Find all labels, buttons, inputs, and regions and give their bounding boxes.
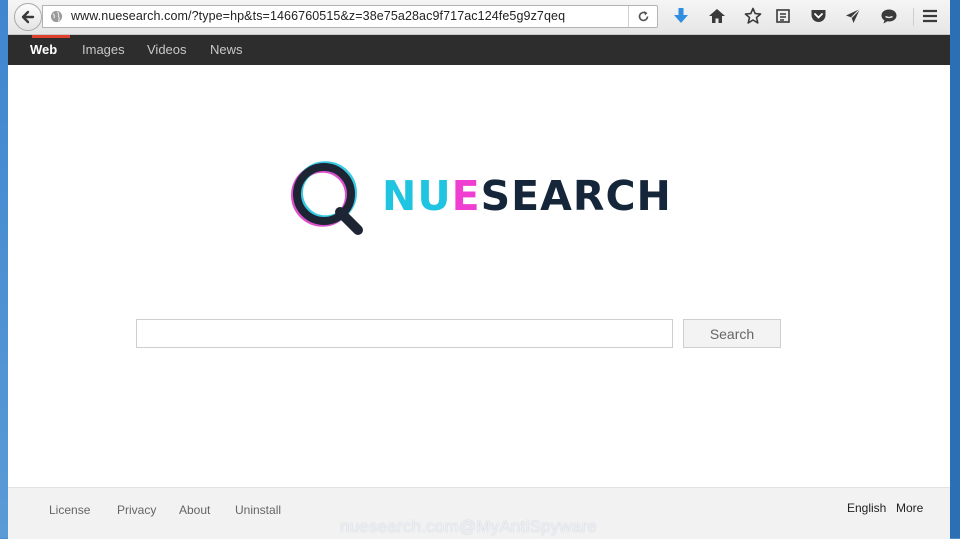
bookmark-button[interactable]: [743, 6, 763, 26]
magnifier-q-icon: [291, 161, 363, 235]
download-icon: [674, 8, 688, 23]
nav-web[interactable]: Web: [30, 35, 57, 65]
footer-license-link[interactable]: License: [49, 503, 90, 517]
logo-text-e: E: [451, 172, 481, 220]
footer-about-link[interactable]: About: [179, 503, 210, 517]
footer-more-link[interactable]: More: [896, 501, 923, 515]
back-arrow-icon: [21, 10, 35, 24]
footer-language-link[interactable]: English: [847, 501, 886, 515]
reading-list-icon: [776, 9, 790, 23]
nav-images[interactable]: Images: [82, 35, 125, 65]
chat-icon: [881, 9, 897, 23]
browser-window: www.nuesearch.com/?type=hp&ts=1466760515…: [8, 0, 950, 539]
url-bar[interactable]: www.nuesearch.com/?type=hp&ts=1466760515…: [42, 5, 658, 28]
footer-uninstall-link[interactable]: Uninstall: [235, 503, 281, 517]
globe-icon: [50, 10, 63, 23]
logo-text-search: SEARCH: [480, 172, 672, 220]
logo-text: NUESEARCH: [382, 172, 672, 220]
reading-list-button[interactable]: [773, 6, 793, 26]
nav-active-indicator: [32, 35, 70, 38]
send-icon: [846, 8, 861, 23]
nuesearch-logo: NUESEARCH: [288, 160, 688, 235]
desktop-edge: [950, 0, 960, 538]
pocket-icon: [811, 10, 825, 22]
search-nav-bar: Web Images Videos News: [8, 35, 950, 65]
chat-button[interactable]: [879, 6, 899, 26]
nav-news[interactable]: News: [210, 35, 243, 65]
nav-videos[interactable]: Videos: [147, 35, 187, 65]
toolbar-separator: [913, 8, 914, 26]
home-icon: [709, 9, 725, 23]
download-button[interactable]: [671, 6, 691, 26]
footer-privacy-link[interactable]: Privacy: [117, 503, 156, 517]
menu-button[interactable]: [920, 6, 940, 26]
search-button[interactable]: Search: [683, 319, 781, 348]
search-input[interactable]: [136, 319, 673, 348]
home-button[interactable]: [707, 6, 727, 26]
logo-text-nu: NU: [382, 172, 452, 220]
reload-button[interactable]: [628, 6, 657, 27]
pocket-button[interactable]: [808, 6, 828, 26]
hamburger-menu-icon: [923, 9, 937, 23]
send-button[interactable]: [843, 6, 863, 26]
star-icon: [744, 7, 762, 24]
watermark-text: nuesearch.com@MyAntiSpyware: [340, 517, 597, 536]
browser-toolbar: www.nuesearch.com/?type=hp&ts=1466760515…: [8, 0, 950, 35]
url-text[interactable]: www.nuesearch.com/?type=hp&ts=1466760515…: [71, 9, 565, 23]
reload-icon: [638, 11, 648, 22]
back-button[interactable]: [14, 3, 42, 31]
